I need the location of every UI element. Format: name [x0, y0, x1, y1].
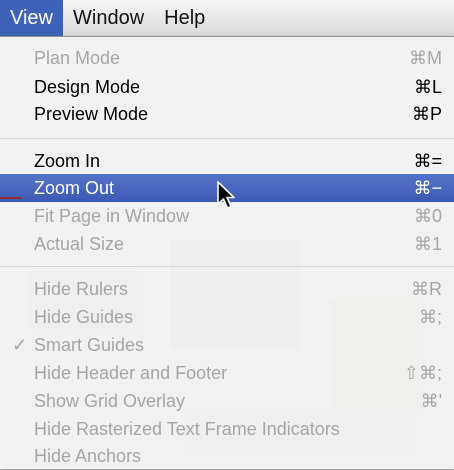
menu-item-shortcut: ⌘;: [418, 306, 442, 327]
menu-item-shortcut: ⌘=: [413, 150, 442, 171]
menu-item-label: Zoom Out: [34, 177, 115, 198]
menu-item-shortcut: ⌘R: [411, 278, 442, 299]
menu-item-label: Hide Anchors: [34, 445, 142, 466]
menu-item-shortcut: ⌘P: [411, 103, 442, 124]
menu-item-zoom-in[interactable]: Zoom In ⌘=: [0, 147, 454, 175]
menu-item-show-grid-overlay[interactable]: Show Grid Overlay ⌘': [0, 387, 454, 415]
menu-item-hide-rulers[interactable]: Hide Rulers ⌘R: [0, 275, 454, 303]
menu-item-label: Hide Rasterized Text Frame Indicators: [34, 418, 340, 439]
menu-bar: View Window Help: [0, 0, 454, 37]
menu-item-label: Show Grid Overlay: [34, 390, 186, 411]
menu-item-shortcut: ⌘−: [413, 177, 442, 198]
menu-item-shortcut: ⌘1: [413, 233, 442, 254]
menu-view[interactable]: View: [0, 0, 63, 36]
menu-item-shortcut: ⌘': [420, 390, 442, 411]
menu-item-label: Hide Header and Footer: [34, 362, 228, 383]
menu-item-shortcut: ⌘M: [409, 47, 442, 68]
menu-item-label: Actual Size: [34, 233, 125, 254]
view-menu-dropdown: Plan Mode ⌘M Design Mode ⌘L Preview Mode…: [0, 37, 454, 469]
menu-item-label: Smart Guides: [34, 334, 145, 355]
mouse-cursor-icon: [217, 181, 235, 209]
menu-separator: [0, 138, 454, 139]
menu-item-label: Fit Page in Window: [34, 205, 190, 226]
menu-item-shortcut: ⇧⌘;: [403, 362, 442, 383]
menu-item-hide-anchors[interactable]: Hide Anchors: [0, 442, 454, 470]
menu-item-label: Zoom In: [34, 150, 101, 171]
menu-item-actual-size[interactable]: Actual Size ⌘1: [0, 230, 454, 258]
menu-item-label: Preview Mode: [34, 103, 149, 124]
menu-item-label: Hide Rulers: [34, 278, 129, 299]
menu-item-preview-mode[interactable]: Preview Mode ⌘P: [0, 100, 454, 128]
menu-item-smart-guides[interactable]: ✓ Smart Guides: [0, 331, 454, 359]
menu-item-hide-guides[interactable]: Hide Guides ⌘;: [0, 303, 454, 331]
menu-item-label: Design Mode: [34, 76, 141, 97]
menu-item-hide-rasterized-indicators[interactable]: Hide Rasterized Text Frame Indicators: [0, 415, 454, 443]
menu-item-shortcut: ⌘L: [413, 76, 442, 97]
menu-separator: [0, 266, 454, 267]
menu-item-hide-header-footer[interactable]: Hide Header and Footer ⇧⌘;: [0, 359, 454, 387]
menu-item-design-mode[interactable]: Design Mode ⌘L: [0, 73, 454, 101]
menu-item-shortcut: ⌘0: [413, 205, 442, 226]
checkmark-icon: ✓: [12, 334, 28, 355]
menu-help[interactable]: Help: [154, 0, 215, 36]
menu-item-label: Hide Guides: [34, 306, 134, 327]
menu-item-plan-mode[interactable]: Plan Mode ⌘M: [0, 44, 454, 72]
menu-item-label: Plan Mode: [34, 47, 121, 68]
menu-window[interactable]: Window: [63, 0, 154, 36]
callout-line: [0, 197, 22, 199]
